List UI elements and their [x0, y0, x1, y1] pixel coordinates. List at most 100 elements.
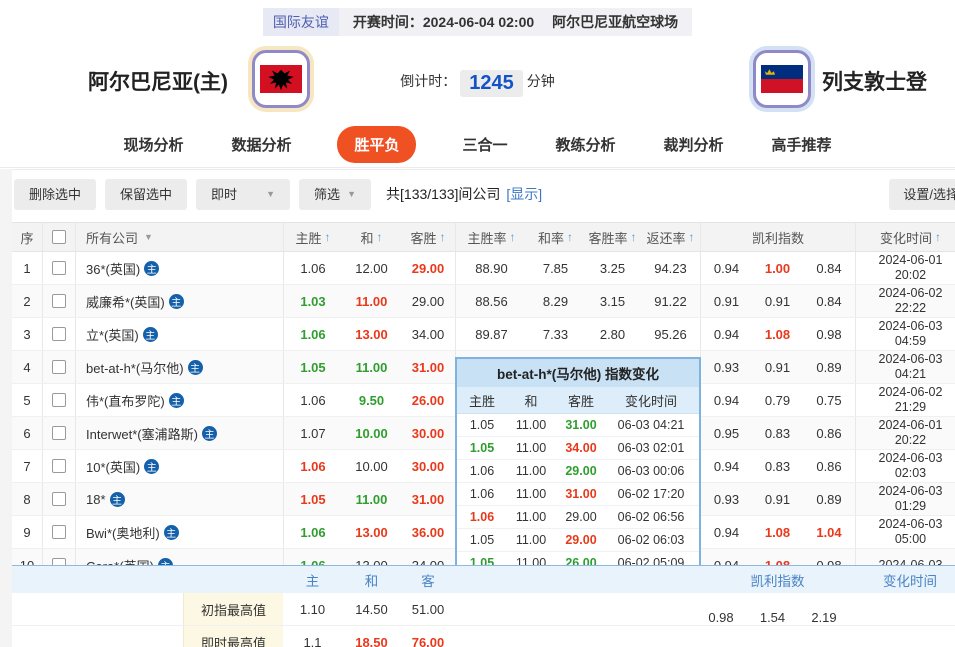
- filter-label: 筛选: [314, 179, 340, 210]
- odds-value: 1.05: [283, 351, 342, 383]
- row-checkbox-cell: [42, 417, 75, 449]
- filter-dropdown[interactable]: 筛选 ▼: [299, 179, 371, 210]
- popup-odds-value: 11.00: [507, 441, 555, 455]
- kelly-value: 1.08: [752, 318, 803, 350]
- match-info: 开赛时间：2024-06-04 02:00 阿尔巴尼亚航空球场: [339, 8, 692, 36]
- row-checkbox[interactable]: [52, 360, 66, 374]
- odds-value: 1.06: [283, 318, 342, 350]
- kelly-value: 0.91: [752, 285, 803, 317]
- kelly-value: 0.91: [752, 483, 803, 515]
- summary-head-win: 主: [283, 570, 342, 590]
- row-checkbox[interactable]: [52, 525, 66, 539]
- header-draw-rate[interactable]: 和率↑: [527, 223, 584, 251]
- league-link[interactable]: 国际友谊: [263, 8, 339, 36]
- popup-row: 1.0611.0029.0006-03 00:06: [457, 460, 699, 483]
- popup-odds-value: 11.00: [507, 533, 555, 547]
- header-company-label: 所有公司: [86, 228, 138, 247]
- row-checkbox[interactable]: [52, 492, 66, 506]
- odds-value: 34.00: [401, 318, 455, 350]
- tab-数据分析[interactable]: 数据分析: [229, 126, 293, 163]
- odds-value: 26.00: [401, 384, 455, 416]
- tab-胜平负[interactable]: 胜平负: [337, 126, 416, 163]
- row-checkbox[interactable]: [52, 327, 66, 341]
- popup-header-客胜: 客胜: [555, 391, 607, 410]
- row-checkbox[interactable]: [52, 426, 66, 440]
- rate-value: 3.25: [584, 252, 641, 284]
- summary-value: 76.00: [401, 635, 455, 647]
- header-win[interactable]: 主胜↑: [283, 223, 342, 251]
- company-cell[interactable]: 立*(英国)主: [75, 318, 283, 350]
- company-cell[interactable]: 18*主: [75, 483, 283, 515]
- popup-odds-value: 11.00: [507, 510, 555, 524]
- company-cell[interactable]: 10*(英国)主: [75, 450, 283, 482]
- liechtenstein-flag-icon: [753, 50, 811, 108]
- header-lose[interactable]: 客胜↑: [401, 223, 455, 251]
- popup-row: 1.0611.0031.0006-02 17:20: [457, 483, 699, 506]
- odds-value: 31.00: [401, 351, 455, 383]
- row-checkbox-cell: [42, 483, 75, 515]
- odds-value: 1.06: [283, 384, 342, 416]
- popup-title: bet-at-h*(马尔他) 指数变化: [457, 359, 699, 387]
- tab-教练分析[interactable]: 教练分析: [554, 126, 618, 163]
- header-lose-rate[interactable]: 客胜率↑: [584, 223, 641, 251]
- rate-value: 88.90: [455, 252, 527, 284]
- settings-button[interactable]: 设置/选择: [889, 179, 955, 210]
- header-win-rate[interactable]: 主胜率↑: [455, 223, 527, 251]
- kelly-value: 0.94: [700, 318, 752, 350]
- tab-三合一[interactable]: 三合一: [460, 126, 509, 163]
- company-cell[interactable]: 36*(英国)主: [75, 252, 283, 284]
- change-time: 2024-06-0304:21: [855, 351, 955, 383]
- tab-现场分析[interactable]: 现场分析: [121, 126, 185, 163]
- rate-value: 8.29: [527, 285, 584, 317]
- header-return-rate[interactable]: 返还率↑: [641, 223, 700, 251]
- sort-up-icon: ↑: [325, 230, 331, 244]
- row-seq: 6: [12, 417, 42, 449]
- popup-odds-value: 1.06: [457, 510, 507, 524]
- popup-odds-value: 29.00: [555, 510, 607, 524]
- mode-select[interactable]: 即时 ▼: [196, 179, 290, 210]
- header-kelly: 凯利指数: [700, 223, 855, 251]
- odds-value: 30.00: [401, 450, 455, 482]
- header-company[interactable]: 所有公司▼: [75, 223, 283, 251]
- row-seq: 2: [12, 285, 42, 317]
- popup-change-time: 06-02 06:56: [607, 510, 695, 524]
- header-draw[interactable]: 和↑: [342, 223, 401, 251]
- show-link[interactable]: [显示]: [506, 184, 542, 204]
- tab-高手推荐[interactable]: 高手推荐: [770, 126, 834, 163]
- kickoff-time: 开赛时间：2024-06-04 02:00: [353, 12, 534, 32]
- summary-row-label: 即时最高值: [183, 626, 283, 647]
- row-checkbox[interactable]: [52, 261, 66, 275]
- row-checkbox-cell: [42, 285, 75, 317]
- tab-裁判分析[interactable]: 裁判分析: [662, 126, 726, 163]
- change-time: 2024-06-0305:00: [855, 516, 955, 548]
- summary-row-label: 初指最高值: [183, 593, 283, 625]
- row-checkbox[interactable]: [52, 459, 66, 473]
- kelly-value: 0.89: [803, 483, 855, 515]
- kelly-value: 0.94: [700, 384, 752, 416]
- company-cell[interactable]: bet-at-h*(马尔他)主: [75, 351, 283, 383]
- header-change-time[interactable]: 变化时间↑: [855, 223, 955, 251]
- kelly-summary-value: 1.54: [747, 610, 798, 625]
- odds-value: 1.03: [283, 285, 342, 317]
- row-checkbox[interactable]: [52, 393, 66, 407]
- change-time-text: 2024-06-0120:22: [879, 418, 943, 448]
- popup-odds-value: 11.00: [507, 487, 555, 501]
- company-cell[interactable]: 伟*(直布罗陀)主: [75, 384, 283, 416]
- company-cell[interactable]: 威廉希*(英国)主: [75, 285, 283, 317]
- company-cell[interactable]: Bwi*(奥地利)主: [75, 516, 283, 548]
- company-cell[interactable]: Interwet*(塞浦路斯)主: [75, 417, 283, 449]
- summary-panel: 主和客凯利指数变化时间 初指最高值1.1014.5051.00即时最高值1.11…: [12, 565, 955, 647]
- analysis-tabs: 现场分析 数据分析 胜平负 三合一 教练分析 裁判分析 高手推荐: [0, 122, 955, 168]
- delete-selected-button[interactable]: 删除选中: [14, 179, 96, 210]
- summary-head-time: 变化时间: [855, 570, 955, 590]
- keep-selected-button[interactable]: 保留选中: [105, 179, 187, 210]
- kelly-value: 1.00: [752, 252, 803, 284]
- row-checkbox[interactable]: [52, 294, 66, 308]
- countdown-unit: 分钟: [527, 73, 555, 89]
- change-time-text: 2024-06-0221:29: [879, 385, 943, 415]
- home-badge-icon: 主: [144, 459, 159, 474]
- countdown: 倒计时：1245分钟: [0, 70, 955, 97]
- change-time-text: 2024-06-0302:03: [879, 451, 943, 481]
- select-all-checkbox[interactable]: [52, 230, 66, 244]
- header-label: 客胜率: [588, 228, 627, 247]
